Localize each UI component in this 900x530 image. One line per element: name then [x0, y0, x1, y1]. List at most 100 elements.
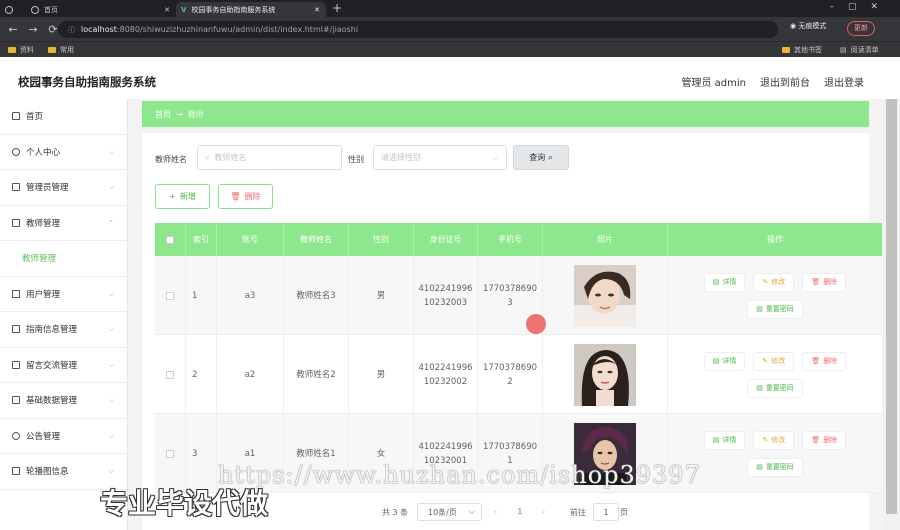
detail-button[interactable]: ▤ 详情: [703, 430, 746, 450]
back-to-front-link[interactable]: 退出到前台: [760, 74, 810, 89]
name-filter-label: 教师姓名: [155, 155, 187, 164]
url-input[interactable]: ⓘ localhost:8080/shiwuzizhuzhinanfuwu/ad…: [58, 21, 778, 38]
select-all-checkbox[interactable]: [166, 235, 174, 244]
close-icon[interactable]: ✕: [314, 6, 320, 14]
name-search-input[interactable]: ⌕ 教师姓名: [197, 145, 342, 170]
account-cell: a3: [217, 256, 284, 335]
detail-label: 详情: [722, 278, 737, 286]
id-card-cell: 410224199610232002: [414, 335, 478, 414]
column-header[interactable]: 账号: [217, 223, 284, 256]
delete-button[interactable]: 🗑 删除: [802, 430, 847, 450]
row-checkbox[interactable]: [166, 291, 174, 300]
sidebar-item-guides[interactable]: 指南信息管理 ⌵: [0, 312, 127, 348]
delete-label: 删除: [823, 278, 838, 286]
reset-password-button[interactable]: ▤ 重置密码: [747, 378, 803, 398]
sidebar-item-base-data[interactable]: 基础数据管理 ⌵: [0, 383, 127, 419]
goto-suffix: 页: [620, 508, 628, 517]
sidebar-item-users[interactable]: 用户管理 ⌵: [0, 277, 127, 312]
table-row: 1 a3 教师姓名3 男 410224199610232003 17703786…: [155, 256, 882, 335]
column-header[interactable]: 照片: [543, 223, 668, 256]
browser-tab[interactable]: 首页 ✕: [26, 2, 176, 17]
vue-logo-icon: V: [181, 5, 187, 14]
gender-cell: 男: [349, 256, 414, 335]
browser-tab-bar: 首页 ✕ V 校园事务自助指南服务系统 ✕ + –▢✕: [0, 0, 900, 17]
bookmarks-bar: 资料 常用 其他书签 ▤ 阅读清单: [0, 41, 900, 57]
delete-button[interactable]: 🗑 删除: [802, 351, 847, 371]
reset-password-button[interactable]: ▤ 重置密码: [747, 457, 803, 477]
batch-delete-label: 删除: [244, 192, 261, 201]
select-all-cell: [155, 223, 186, 256]
column-header[interactable]: 索引: [186, 223, 217, 256]
teacher-photo[interactable]: [574, 343, 636, 406]
teacher-photo[interactable]: [574, 264, 636, 327]
column-header[interactable]: 手机号: [478, 223, 543, 256]
breadcrumb: 首页 → 教师: [142, 101, 869, 127]
incognito-indicator[interactable]: ◉ 无痕模式: [790, 21, 826, 31]
sidebar-item-notices[interactable]: 公告管理 ⌵: [0, 419, 127, 454]
logout-link[interactable]: 退出登录: [824, 74, 864, 89]
batch-delete-button[interactable]: 🗑 删除: [218, 184, 273, 209]
operations-cell: ▤ 详情 ✎ 修改 🗑 删除 ▤ 重置密码: [668, 335, 882, 414]
plus-icon: +: [169, 192, 176, 201]
delete-button[interactable]: 🗑 删除: [802, 272, 847, 292]
bookmark-folder[interactable]: 常用: [48, 45, 74, 55]
chevron-down-icon: ⌵: [108, 360, 114, 369]
home-icon: [12, 112, 20, 121]
detail-button[interactable]: ▤ 详情: [703, 351, 746, 371]
phone-cell: 17703786902: [478, 335, 543, 414]
breadcrumb-home[interactable]: 首页: [155, 109, 171, 120]
other-bookmarks[interactable]: 其他书签: [782, 45, 822, 55]
new-tab-icon[interactable]: +: [332, 1, 342, 15]
browser-tab[interactable]: [0, 2, 26, 17]
update-button[interactable]: 更新: [847, 21, 875, 36]
next-page-icon[interactable]: ›: [542, 507, 545, 516]
sidebar-item-admin[interactable]: 管理员管理 ⌵: [0, 170, 127, 206]
column-header: 操作: [767, 235, 783, 244]
document-icon: ▤: [712, 278, 720, 286]
prev-page-icon[interactable]: ‹: [494, 507, 497, 516]
goto-page-input[interactable]: 1: [593, 503, 619, 521]
close-icon[interactable]: ✕: [164, 6, 170, 14]
search-button[interactable]: 查询 ⌕: [513, 145, 569, 170]
column-header[interactable]: 身份证号: [414, 223, 478, 256]
page-size-select[interactable]: 10条/页 ⌵: [417, 503, 482, 521]
cursor-highlight: [526, 314, 546, 334]
sidebar-item-label: 首页: [26, 112, 44, 123]
column-header[interactable]: 教师姓名: [284, 223, 349, 256]
reset-password-button[interactable]: ▤ 重置密码: [747, 299, 803, 319]
add-button[interactable]: + 新增: [155, 184, 210, 209]
edit-label: 修改: [771, 357, 786, 365]
app-title: 校园事务自助指南服务系统: [18, 75, 156, 89]
sidebar-subitem-teacher[interactable]: 教师管理: [0, 241, 127, 277]
chevron-down-icon: ⌵: [108, 325, 114, 333]
page-number-current[interactable]: 1: [517, 507, 523, 516]
watermark-slogan: 专业毕设代做: [100, 487, 269, 520]
edit-button[interactable]: ✎ 修改: [753, 351, 795, 371]
bookmark-folder[interactable]: 资料: [8, 45, 34, 55]
scrollbar-thumb[interactable]: [886, 99, 897, 514]
row-checkbox[interactable]: [166, 370, 174, 379]
index-cell: 2: [186, 335, 217, 414]
sidebar-item-messages[interactable]: 留言交流管理 ⌵: [0, 348, 127, 383]
sidebar-item-profile[interactable]: 个人中心 ⌵: [0, 135, 127, 170]
forward-icon[interactable]: →: [26, 23, 40, 36]
incognito-label: 无痕模式: [798, 22, 827, 30]
gender-select[interactable]: 请选择性别 ⌵: [373, 145, 507, 170]
row-checkbox[interactable]: [166, 449, 174, 458]
sidebar-item-home[interactable]: 首页: [0, 99, 127, 135]
edit-button[interactable]: ✎ 修改: [753, 272, 795, 292]
detail-button[interactable]: ▤ 详情: [703, 272, 746, 292]
edit-button[interactable]: ✎ 修改: [753, 430, 795, 450]
back-icon[interactable]: ←: [6, 23, 20, 36]
column-header[interactable]: 性别: [349, 223, 414, 256]
tab-label: 校园事务自助指南服务系统: [191, 5, 276, 14]
gender-filter-label: 性别: [348, 155, 364, 164]
trash-icon: 🗑: [811, 278, 821, 286]
window-controls[interactable]: –▢✕: [829, 2, 892, 12]
bookmark-label: 常用: [60, 46, 74, 54]
scrollbar[interactable]: [883, 99, 900, 530]
url-host: localhost: [81, 25, 117, 34]
reading-list[interactable]: ▤ 阅读清单: [840, 45, 879, 55]
sidebar-item-teacher[interactable]: 教师管理 ⌃: [0, 206, 127, 241]
browser-tab-active[interactable]: V 校园事务自助指南服务系统 ✕: [176, 2, 326, 17]
